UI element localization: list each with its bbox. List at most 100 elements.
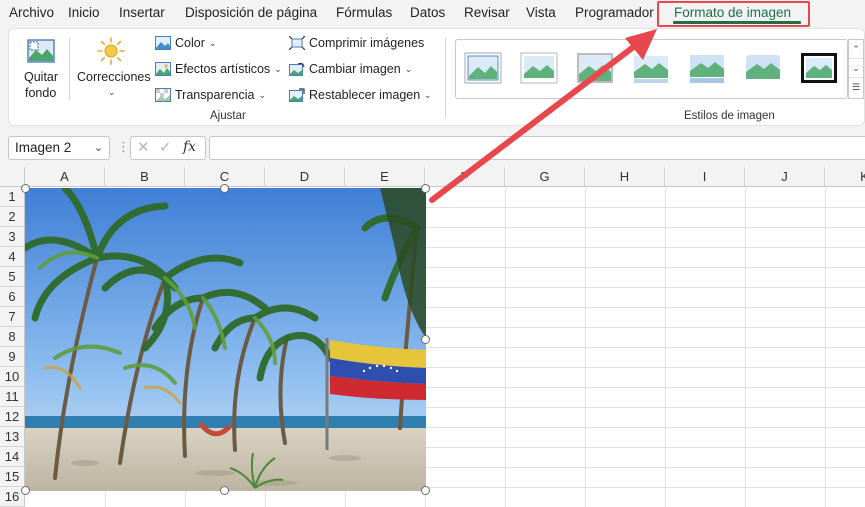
tab-datos[interactable]: Datos	[410, 5, 445, 20]
resize-handle[interactable]	[421, 184, 430, 193]
grip-icon: ⋮	[117, 139, 130, 154]
row-header[interactable]: 6	[0, 287, 25, 307]
tab-disposicion-de-pagina[interactable]: Disposición de página	[185, 5, 317, 20]
menu-tabs: Archivo Inicio Insertar Disposición de p…	[0, 0, 865, 27]
group-label-estilos: Estilos de imagen	[684, 110, 775, 122]
column-header[interactable]: H	[585, 167, 665, 187]
picture-style-thumb[interactable]	[800, 52, 838, 84]
transparencia-label: Transparencia	[175, 88, 255, 102]
efectos-artisticos-button[interactable]: Efectos artísticos ⌄	[155, 62, 282, 76]
picture-style-thumb[interactable]	[520, 52, 558, 84]
picture-style-thumb[interactable]	[688, 52, 726, 84]
column-header[interactable]: B	[105, 167, 185, 187]
chevron-down-icon: ⌄	[208, 37, 217, 48]
row-header[interactable]: 3	[0, 227, 25, 247]
picture-style-thumb[interactable]	[744, 52, 782, 84]
resize-handle[interactable]	[220, 486, 229, 495]
resize-handle[interactable]	[21, 486, 30, 495]
chevron-down-icon: ⌄	[404, 63, 413, 74]
tab-highlight-box	[657, 1, 810, 27]
column-header[interactable]: G	[505, 167, 585, 187]
group-label-ajustar: Ajustar	[210, 110, 246, 122]
tab-insertar[interactable]: Insertar	[119, 5, 165, 20]
row-header[interactable]: 14	[0, 447, 25, 467]
resize-handle[interactable]	[421, 335, 430, 344]
transparency-icon	[155, 88, 171, 102]
formula-buttons: ✕ ✓ fx	[130, 136, 206, 160]
correcciones-label: Correcciones	[77, 70, 151, 84]
color-icon	[155, 36, 171, 50]
tab-archivo[interactable]: Archivo	[9, 5, 54, 20]
artistic-effects-icon	[155, 62, 171, 76]
tab-inicio[interactable]: Inicio	[68, 5, 100, 20]
column-header[interactable]: D	[265, 167, 345, 187]
restablecer-dropdown-icon[interactable]: ⌄	[424, 90, 432, 101]
row-header[interactable]: 8	[0, 327, 25, 347]
cancel-icon[interactable]: ✕	[137, 138, 150, 156]
gallery-up-icon[interactable]: ⌃	[849, 40, 863, 59]
comprimir-imagenes-button[interactable]: Comprimir imágenes	[289, 36, 424, 50]
remove-background-icon	[27, 39, 55, 63]
picture-style-thumb[interactable]	[464, 52, 502, 84]
quitar-fondo-label: Quitar	[24, 70, 59, 84]
resize-handle[interactable]	[220, 184, 229, 193]
column-header[interactable]: F	[425, 167, 505, 187]
resize-handle[interactable]	[21, 184, 30, 193]
row-header[interactable]: 10	[0, 367, 25, 387]
color-label: Color	[175, 36, 205, 50]
gallery-down-icon[interactable]: ⌄	[849, 59, 863, 78]
separator	[445, 38, 446, 118]
row-header[interactable]: 2	[0, 207, 25, 227]
row-header[interactable]: 11	[0, 387, 25, 407]
change-picture-icon	[289, 62, 305, 76]
cambiar-imagen-button[interactable]: Cambiar imagen ⌄	[289, 62, 412, 76]
tab-formulas[interactable]: Fórmulas	[336, 5, 392, 20]
tab-revisar[interactable]: Revisar	[464, 5, 510, 20]
color-button[interactable]: Color ⌄	[155, 36, 216, 50]
tab-programador[interactable]: Programador	[575, 5, 654, 20]
column-header[interactable]: E	[345, 167, 425, 187]
row-header[interactable]: 5	[0, 267, 25, 287]
gallery-scroll: ⌃ ⌄ ☰	[848, 39, 864, 99]
restablecer-imagen-label: Restablecer imagen	[309, 88, 421, 102]
name-box[interactable]: Imagen 2 ⌄	[8, 136, 110, 160]
chevron-down-icon: ⌄	[93, 142, 103, 154]
column-header[interactable]: J	[745, 167, 825, 187]
quitar-fondo-button[interactable]: Quitar fondo	[20, 36, 64, 102]
picture-style-thumb[interactable]	[632, 52, 670, 84]
enter-icon[interactable]: ✓	[159, 138, 172, 156]
column-header[interactable]: K	[825, 167, 865, 187]
beach-photo-illustration	[25, 188, 426, 491]
quitar-fondo-label-2: fondo	[25, 86, 57, 100]
cambiar-imagen-label: Cambiar imagen	[309, 62, 401, 76]
column-header[interactable]: I	[665, 167, 745, 187]
row-header[interactable]: 13	[0, 427, 25, 447]
chevron-down-icon: ⌄	[258, 89, 266, 100]
insert-function-icon[interactable]: fx	[183, 139, 196, 155]
comprimir-imagenes-label: Comprimir imágenes	[309, 36, 425, 50]
efectos-artisticos-label: Efectos artísticos	[175, 62, 271, 76]
separator	[69, 38, 70, 100]
row-header[interactable]: 4	[0, 247, 25, 267]
gallery-more-icon[interactable]: ☰	[849, 78, 863, 97]
beach-picture[interactable]	[25, 188, 426, 491]
correcciones-button[interactable]: Correcciones ⌄	[74, 36, 151, 102]
resize-handle[interactable]	[421, 486, 430, 495]
column-header[interactable]: A	[25, 167, 105, 187]
tab-vista[interactable]: Vista	[526, 5, 556, 20]
name-box-value: Imagen 2	[15, 140, 72, 155]
row-header[interactable]: 7	[0, 307, 25, 327]
reset-picture-icon	[289, 88, 305, 102]
restablecer-imagen-button[interactable]: Restablecer imagen	[289, 88, 420, 102]
row-header[interactable]: 15	[0, 467, 25, 487]
chevron-down-icon: ⌄	[274, 63, 282, 74]
compress-icon	[289, 36, 305, 50]
row-header[interactable]: 9	[0, 347, 25, 367]
picture-style-thumb[interactable]	[576, 52, 614, 84]
sun-icon	[97, 37, 125, 65]
formula-input[interactable]	[209, 136, 865, 160]
select-all-corner[interactable]	[0, 167, 25, 187]
row-header[interactable]: 12	[0, 407, 25, 427]
excel-window: Archivo Inicio Insertar Disposición de p…	[0, 0, 865, 507]
transparencia-button[interactable]: Transparencia ⌄	[155, 88, 266, 102]
